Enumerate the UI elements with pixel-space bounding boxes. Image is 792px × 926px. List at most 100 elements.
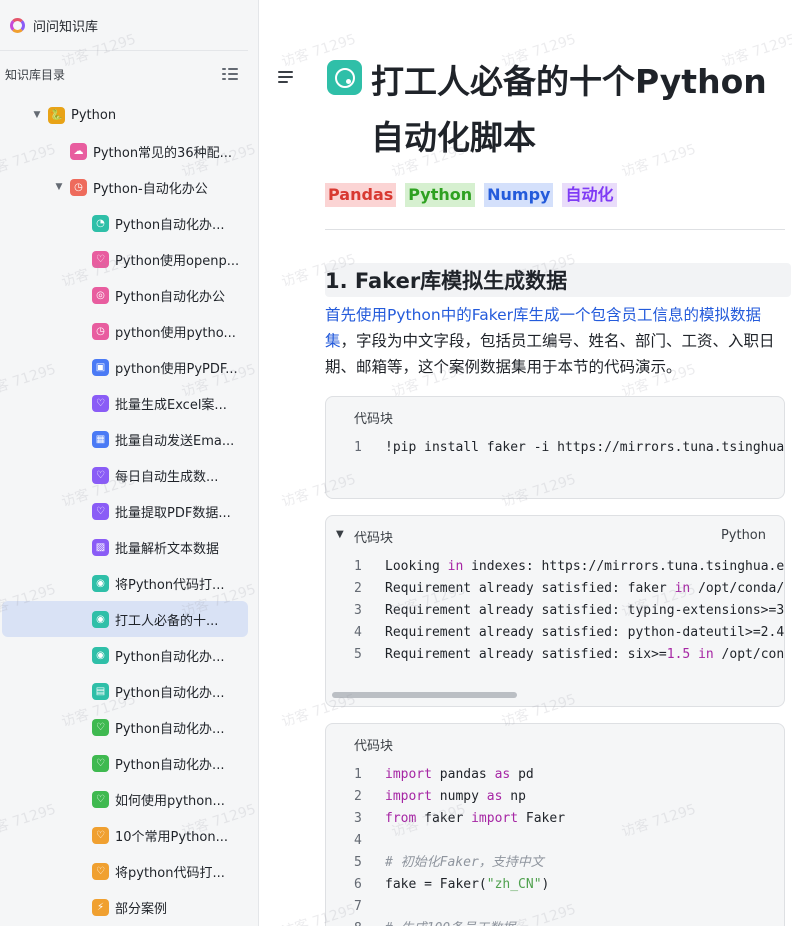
catalog-title: 知识库目录: [5, 67, 66, 82]
code-token: faker: [416, 811, 472, 826]
code-token: /opt/conda/lib/python3.11: [721, 647, 785, 662]
sidebar-item[interactable]: ◉ 将Python代码打...: [0, 565, 258, 601]
code-text: !pip install faker -i https://mirrors.tu…: [385, 437, 785, 459]
code-token: # 生成100条员工数据: [385, 921, 515, 926]
sidebar-item[interactable]: ▼ 🐍 Python: [0, 97, 258, 133]
code-text: fake = Faker("zh_CN"): [385, 874, 549, 896]
code-token: numpy: [431, 789, 487, 804]
code-text: # 生成100条员工数据: [385, 918, 515, 926]
sidebar-item-label: python使用pytho...: [115, 325, 236, 341]
app-logo-icon: [10, 17, 25, 33]
code-text: import pandas as pd: [385, 764, 534, 786]
sidebar-item[interactable]: ▦ 批量自动发送Ema...: [0, 421, 258, 457]
code-line: 4 Requirement already satisfied: python-d…: [326, 622, 784, 644]
code-text: Requirement already satisfied: faker in …: [385, 578, 784, 600]
expand-caret-icon[interactable]: ▼: [32, 110, 42, 120]
code-token: indexes: https://mirrors.tuna.tsinghua.e…: [471, 559, 785, 574]
code-line: 7: [326, 896, 784, 918]
palette-icon: ◉: [92, 610, 109, 628]
sidebar-item[interactable]: ♡ 批量生成Excel案...: [0, 385, 258, 421]
code-block-3: 代码块 1 import pandas as pd 2 import numpy as…: [325, 723, 785, 926]
shield-heart-icon: ♡: [92, 826, 109, 844]
sidebar-item-label: 批量提取PDF数据...: [115, 505, 231, 521]
chat-heart-icon: ♡: [92, 502, 109, 520]
palette-icon: ◉: [92, 646, 109, 664]
sidebar-item[interactable]: ♡ 批量提取PDF数据...: [0, 493, 258, 529]
sidebar-item-label: 如何使用python...: [115, 793, 225, 809]
line-number: 1: [354, 440, 362, 455]
sidebar-item[interactable]: ♡ 将python代码打...: [0, 853, 258, 889]
code-language-label[interactable]: Python: [721, 528, 766, 543]
sidebar-item[interactable]: ♡ Python自动化办...: [0, 709, 258, 745]
sidebar-item[interactable]: ▨ 批量解析文本数据: [0, 529, 258, 565]
code-block-1: 代码块 1 !pip install faker -i https://mirro…: [325, 396, 785, 499]
code-block-header: 代码块: [326, 724, 784, 764]
tag[interactable]: Pandas: [325, 183, 397, 207]
code-line: 3 Requirement already satisfied: typing-e…: [326, 600, 784, 622]
shield-heart-icon: ♡: [92, 718, 109, 736]
shield-heart-icon: ♡: [92, 790, 109, 808]
code-line: 2 import numpy as np: [326, 786, 784, 808]
code-lines: 1 import pandas as pd 2 import numpy as np 3…: [326, 764, 784, 926]
sidebar-item[interactable]: ♡ 10个常用Python...: [0, 817, 258, 853]
code-text: from faker import Faker: [385, 808, 565, 830]
expand-caret-icon[interactable]: ▼: [54, 182, 64, 192]
catalog-header: 知识库目录: [0, 51, 258, 97]
sidebar-item[interactable]: ◔ Python自动化办...: [0, 205, 258, 241]
horizontal-scrollbar[interactable]: [332, 692, 517, 698]
paragraph-text: ，字段为中文字段，包括员工编号、姓名、部门、工资、入职日期、邮箱等，这个案例数据…: [325, 332, 775, 376]
line-number: 6: [354, 877, 362, 892]
code-token: "zh_CN": [486, 877, 542, 892]
cloud-icon: ☁: [70, 142, 87, 160]
toc-toggle-icon[interactable]: [222, 67, 238, 81]
image-icon: ▨: [92, 538, 109, 556]
code-lines: 1 Looking in indexes: https://mirrors.tun…: [326, 556, 784, 666]
code-line: 4: [326, 830, 784, 852]
sidebar-item[interactable]: ♡ Python自动化办...: [0, 745, 258, 781]
code-token: import: [385, 789, 432, 804]
heart-icon: ♡: [92, 250, 109, 268]
line-number: 3: [354, 603, 362, 618]
code-line: 2 Requirement already satisfied: faker in…: [326, 578, 784, 600]
code-token: pandas: [431, 767, 495, 782]
sidebar-item[interactable]: ♡ 如何使用python...: [0, 781, 258, 817]
sidebar-item[interactable]: ♡ 每日自动生成数...: [0, 457, 258, 493]
sidebar-item[interactable]: ▤ Python自动化办...: [0, 673, 258, 709]
code-text: # 初始化Faker，支持中文: [385, 852, 544, 874]
code-token: # 初始化Faker，支持中文: [385, 855, 544, 870]
sidebar-item[interactable]: ♡ Python使用openp...: [0, 241, 258, 277]
code-line: 1 import pandas as pd: [326, 764, 784, 786]
menu-icon[interactable]: [278, 71, 293, 83]
catalog-tree: ▼ 🐍 Python ☁ Python常见的36种配... ▼ ◷ Python-自动化办公 ◔…: [0, 97, 258, 925]
tag[interactable]: Python: [405, 183, 476, 207]
line-number: 7: [354, 899, 362, 914]
code-token: Requirement already satisfied: six>=: [385, 647, 667, 662]
code-block-2: ▼ 代码块 Python 1 Looking in indexes: https:…: [325, 515, 785, 707]
palette-icon: ◉: [92, 574, 109, 592]
sidebar-item[interactable]: ◉ 打工人必备的十...: [2, 601, 248, 637]
code-token: !pip install faker -i https://mirrors.tu…: [385, 440, 785, 455]
gamepad-icon: ▣: [92, 358, 109, 376]
tag[interactable]: Numpy: [484, 183, 554, 207]
line-number: 2: [354, 581, 362, 596]
line-number: 1: [354, 559, 362, 574]
sidebar-item[interactable]: ◉ Python自动化办...: [0, 637, 258, 673]
sidebar-item[interactable]: ⚡ 部分案例: [0, 889, 258, 925]
sidebar-item-label: 批量生成Excel案...: [115, 397, 227, 413]
code-block-header: ▼ 代码块 Python: [326, 516, 784, 556]
code-token: 1.5: [666, 647, 691, 662]
sidebar-item[interactable]: ◎ Python自动化办公: [0, 277, 258, 313]
code-token: Requirement already satisfied: python-da…: [385, 625, 785, 640]
code-line: 6 fake = Faker("zh_CN"): [326, 874, 784, 896]
grid-icon: ▦: [92, 430, 109, 448]
tag[interactable]: 自动化: [562, 183, 617, 207]
line-number: 4: [354, 833, 362, 848]
code-block-title: 代码块: [354, 530, 394, 546]
sidebar-item[interactable]: ◷ python使用pytho...: [0, 313, 258, 349]
doc-title: 打工人必备的十个Python自动化脚本: [371, 62, 767, 157]
sidebar-item[interactable]: ▣ python使用PyPDF...: [0, 349, 258, 385]
sidebar-item[interactable]: ▼ ◷ Python-自动化办公: [0, 169, 258, 205]
code-token: Faker: [518, 811, 566, 826]
sidebar-item[interactable]: ☁ Python常见的36种配...: [0, 133, 258, 169]
collapse-caret-icon[interactable]: ▼: [336, 529, 344, 540]
